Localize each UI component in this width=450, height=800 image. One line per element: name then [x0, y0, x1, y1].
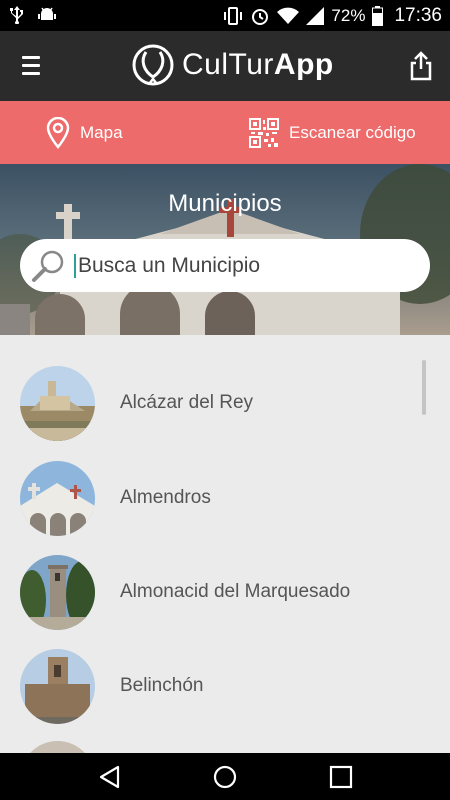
- search-icon: [32, 250, 64, 282]
- location-pin-icon: [46, 116, 70, 149]
- list-item[interactable]: Belinchón: [0, 639, 450, 733]
- action-bar: Mapa Escanear código: [0, 101, 450, 164]
- battery-icon: [372, 5, 384, 26]
- app-logo: CulTurApp: [130, 41, 334, 89]
- wifi-icon: [277, 7, 300, 24]
- page-title: Municipios: [168, 190, 282, 217]
- municipality-name: Alcázar del Rey: [120, 392, 254, 413]
- municipality-thumbnail: [20, 648, 95, 724]
- hero-banner: Municipios: [0, 164, 450, 335]
- status-notifications: [10, 6, 56, 24]
- battery-percent: 72%: [331, 5, 366, 25]
- recents-button[interactable]: [328, 764, 354, 790]
- back-triangle-icon: [99, 765, 120, 789]
- culturapp-logo-icon: [132, 44, 174, 86]
- status-bar: 72% 17:36: [0, 0, 450, 31]
- stone-church-photo: [20, 648, 95, 724]
- system-navigation-bar: [0, 753, 450, 800]
- municipality-thumbnail: [20, 554, 95, 630]
- municipality-name: Almendros: [120, 487, 211, 508]
- village-photo: [20, 365, 95, 441]
- scan-code-button[interactable]: Escanear código: [249, 101, 416, 164]
- menu-button[interactable]: [22, 56, 40, 76]
- share-icon: [410, 51, 432, 81]
- back-button[interactable]: [97, 764, 123, 790]
- android-debug-icon: [38, 7, 56, 20]
- municipality-list[interactable]: Alcázar del Rey Almendros Almonacid del …: [0, 335, 450, 753]
- clock: 17:36: [394, 4, 442, 26]
- app-bar: CulTurApp: [0, 31, 450, 101]
- list-scrollbar[interactable]: [422, 360, 426, 415]
- share-button[interactable]: [410, 51, 432, 81]
- tower-photo: [20, 554, 95, 630]
- municipality-thumbnail: [20, 741, 95, 753]
- home-button[interactable]: [212, 764, 238, 790]
- search-input[interactable]: [74, 253, 414, 278]
- list-item[interactable]: Almendros: [0, 451, 450, 545]
- home-circle-icon: [213, 765, 237, 789]
- list-item[interactable]: [0, 733, 450, 753]
- usb-icon: [10, 6, 23, 24]
- alarm-icon: [252, 8, 269, 25]
- cell-signal-icon: [306, 6, 325, 25]
- scan-code-label: Escanear código: [289, 122, 416, 142]
- vibrate-icon: [224, 6, 243, 25]
- status-indicators: 72% 17:36: [223, 0, 442, 31]
- municipality-name: Almonacid del Marquesado: [120, 581, 351, 602]
- map-label: Mapa: [80, 122, 123, 142]
- church-photo: [20, 460, 95, 536]
- municipality-thumbnail: [20, 460, 95, 536]
- search-bar[interactable]: [20, 239, 430, 292]
- menu-icon: [22, 56, 40, 59]
- recents-square-icon: [329, 765, 353, 789]
- list-item[interactable]: Almonacid del Marquesado: [0, 545, 450, 639]
- municipality-name: Belinchón: [120, 675, 204, 696]
- qr-code-icon: [249, 117, 279, 148]
- app-name: CulTurApp: [182, 48, 334, 81]
- map-button[interactable]: Mapa: [46, 101, 123, 164]
- municipality-thumbnail: [20, 365, 95, 441]
- list-item[interactable]: Alcázar del Rey: [0, 356, 450, 450]
